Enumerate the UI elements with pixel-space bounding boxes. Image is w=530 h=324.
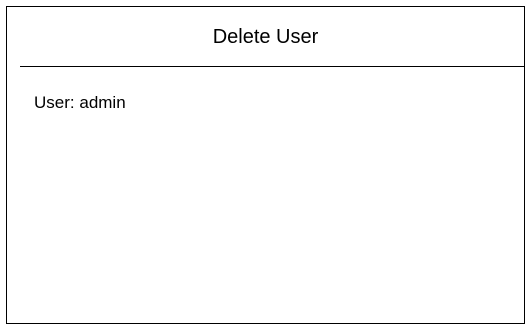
user-label: User: <box>34 93 75 112</box>
user-value: admin <box>79 93 126 112</box>
dialog-title: Delete User <box>212 25 319 48</box>
delete-user-dialog: Delete User User: admin <box>6 6 525 324</box>
user-info: User: admin <box>34 93 126 113</box>
header-divider <box>20 66 524 67</box>
dialog-header: Delete User <box>7 7 524 67</box>
